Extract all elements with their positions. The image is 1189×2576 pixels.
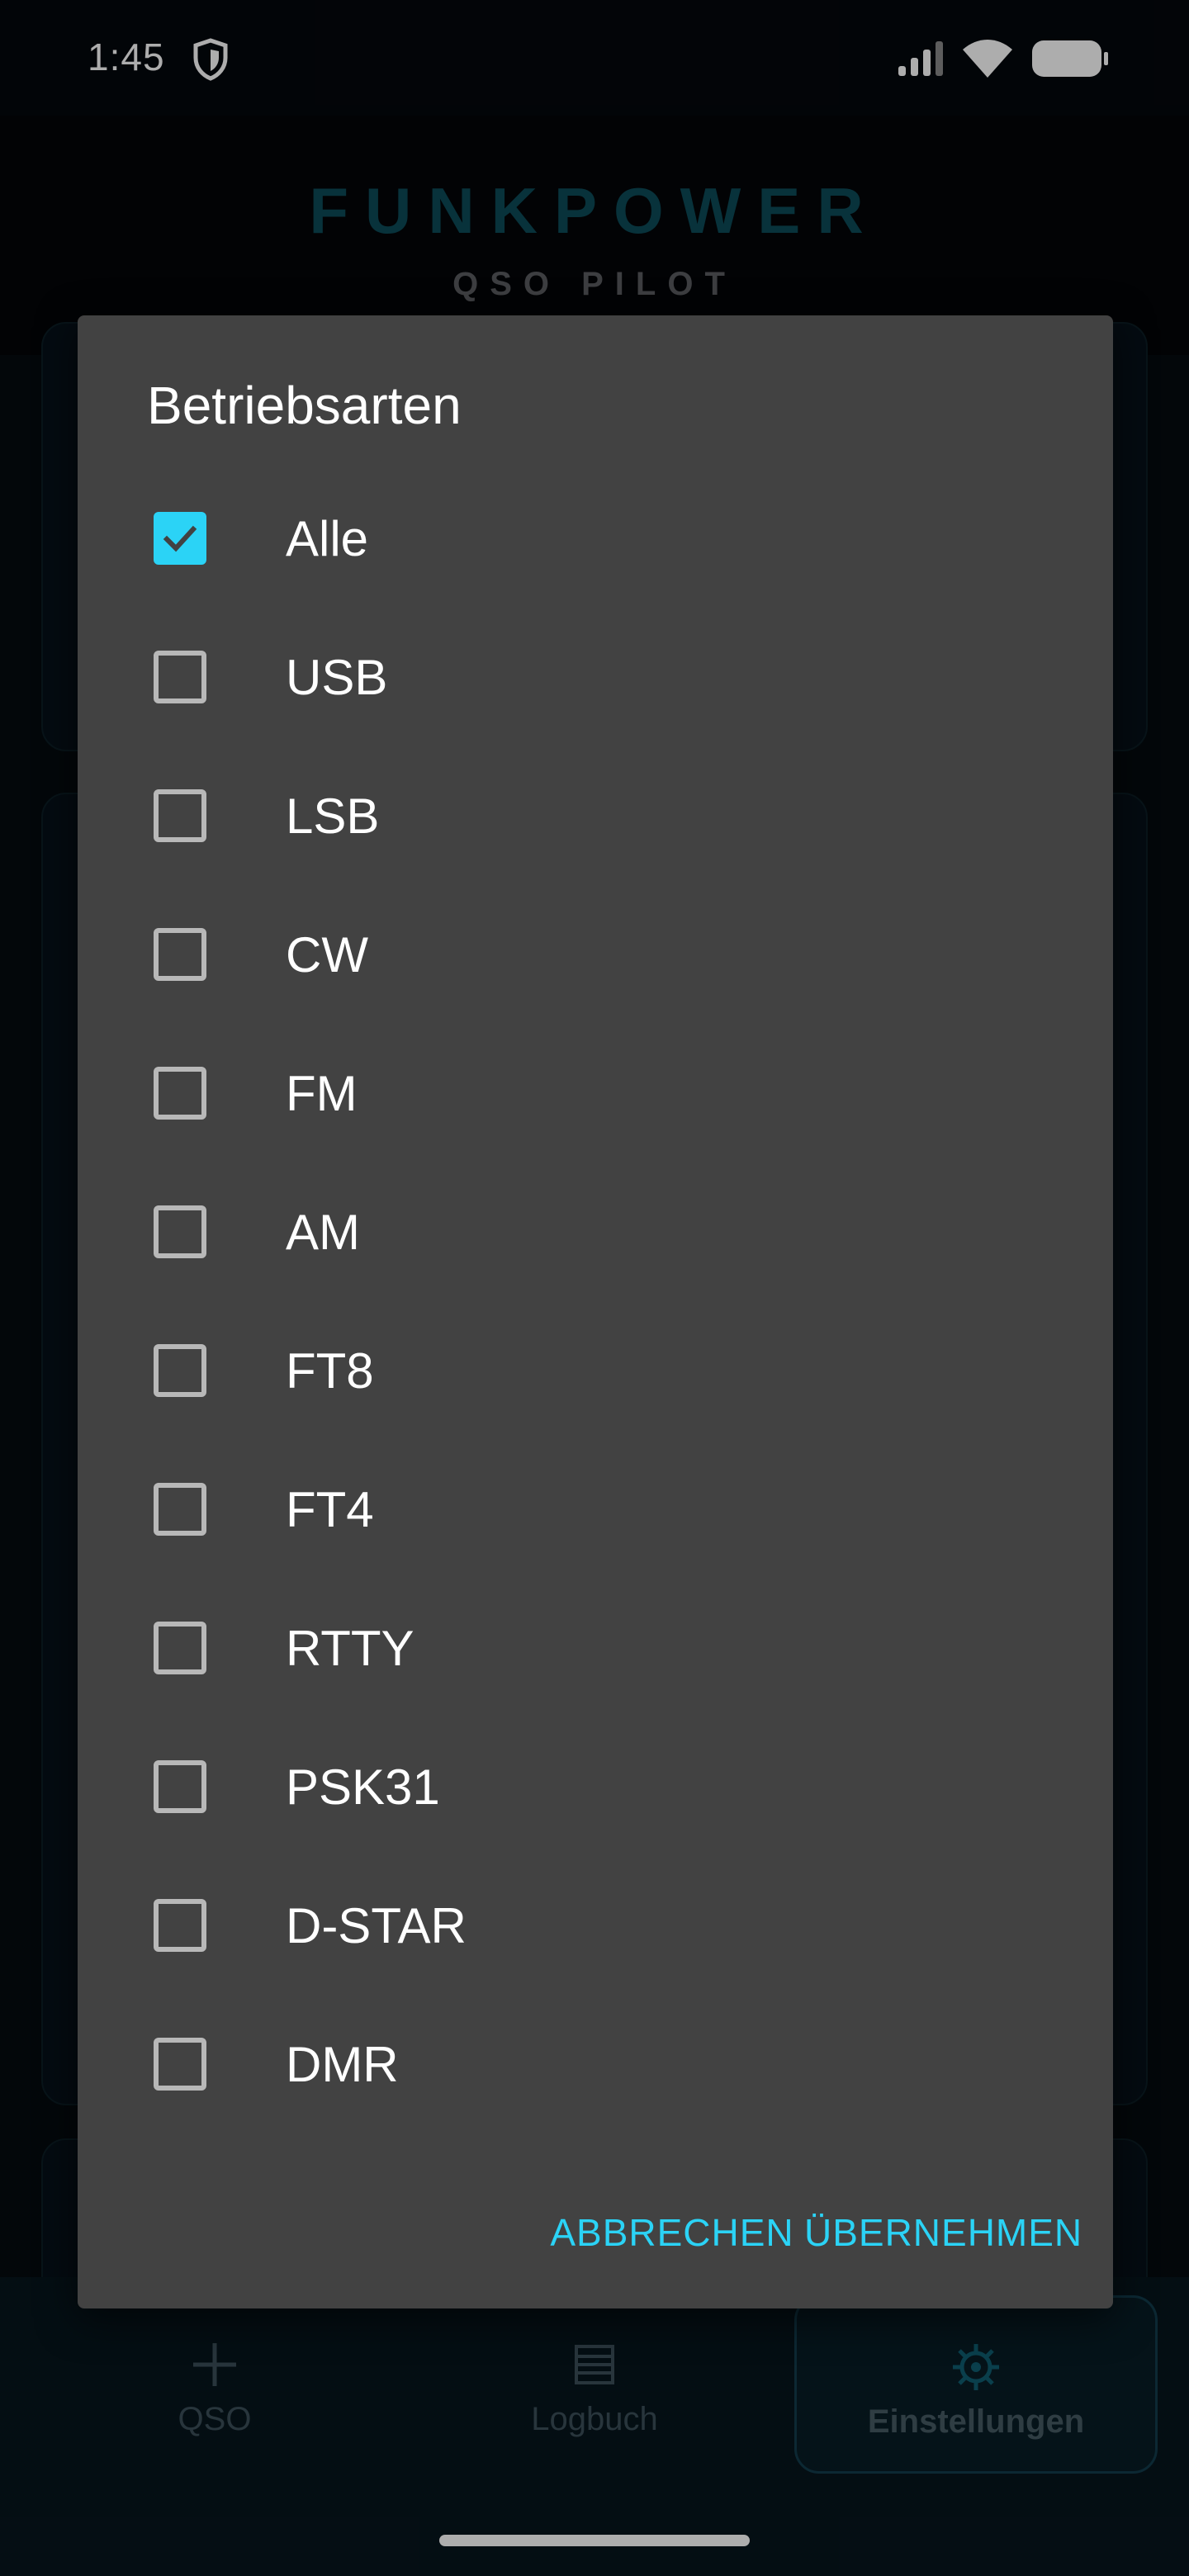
option-label: RTTY [286, 1621, 414, 1676]
apply-button[interactable]: ÜBERNEHMEN [804, 2183, 1082, 2282]
checkbox[interactable] [154, 789, 206, 842]
option-dmr[interactable]: DMR [78, 1995, 1113, 2133]
option-label: FT8 [286, 1343, 374, 1399]
option-label: Alle [286, 511, 369, 566]
checkbox[interactable] [154, 1067, 206, 1120]
option-d-star[interactable]: D-STAR [78, 1856, 1113, 1995]
option-label: PSK31 [286, 1759, 440, 1815]
option-rtty[interactable]: RTTY [78, 1579, 1113, 1717]
check-icon [163, 525, 197, 552]
checkbox[interactable] [154, 1760, 206, 1813]
checkbox[interactable] [154, 928, 206, 981]
option-label: USB [286, 650, 388, 705]
option-ft4[interactable]: FT4 [78, 1440, 1113, 1579]
modes-dialog: Betriebsarten Alle USB LSB CW FM AM FT8 … [78, 315, 1113, 2308]
option-label: FT4 [286, 1482, 374, 1537]
checkbox[interactable] [154, 1205, 206, 1258]
dialog-actions: ABBRECHEN ÜBERNEHMEN [78, 2183, 1113, 2282]
checkbox[interactable] [154, 651, 206, 703]
checkbox[interactable] [154, 1483, 206, 1536]
option-label: DMR [286, 2037, 399, 2092]
option-label: CW [286, 927, 368, 983]
checkbox[interactable] [154, 2038, 206, 2091]
option-label: D-STAR [286, 1898, 467, 1953]
option-psk31[interactable]: PSK31 [78, 1717, 1113, 1856]
checkbox[interactable] [154, 1899, 206, 1952]
checkbox-checked[interactable] [154, 512, 206, 565]
option-alle[interactable]: Alle [78, 469, 1113, 608]
checkbox[interactable] [154, 1622, 206, 1674]
option-lsb[interactable]: LSB [78, 746, 1113, 885]
option-ft8[interactable]: FT8 [78, 1301, 1113, 1440]
checkbox[interactable] [154, 1344, 206, 1397]
option-label: FM [286, 1066, 358, 1121]
option-usb[interactable]: USB [78, 608, 1113, 746]
option-fm[interactable]: FM [78, 1024, 1113, 1163]
option-label: LSB [286, 788, 380, 844]
screen: 1:45 FUNKPOWER QSO PILOT QSO Logbuch Ein… [0, 0, 1189, 2576]
cancel-button[interactable]: ABBRECHEN [532, 2183, 812, 2282]
dialog-title: Betriebsarten [147, 376, 462, 435]
option-cw[interactable]: CW [78, 885, 1113, 1024]
option-label: AM [286, 1205, 360, 1260]
option-am[interactable]: AM [78, 1163, 1113, 1301]
